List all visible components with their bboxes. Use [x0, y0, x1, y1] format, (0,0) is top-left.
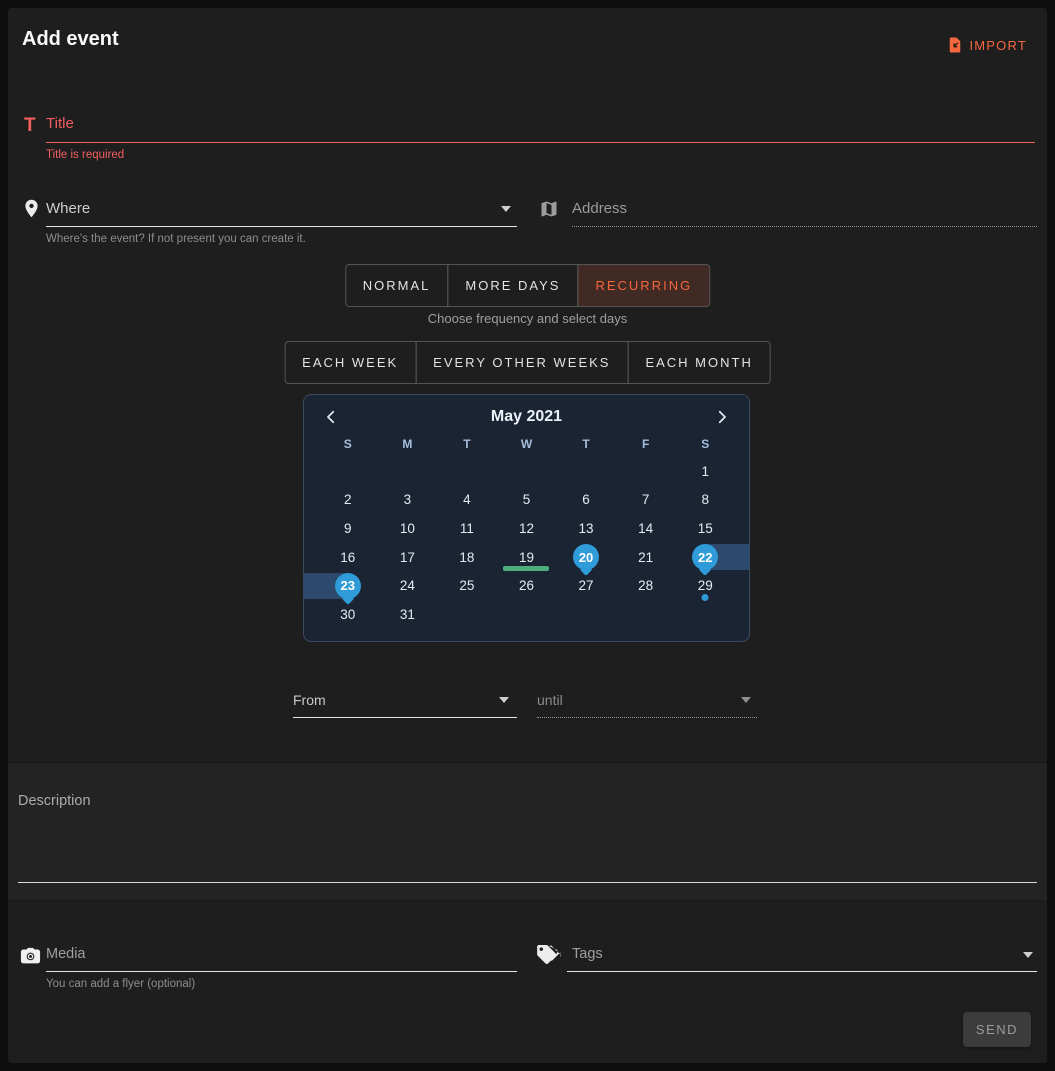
- calendar-day-2[interactable]: 2: [318, 486, 378, 515]
- import-button[interactable]: IMPORT: [940, 32, 1033, 58]
- calendar-day-3[interactable]: 3: [378, 486, 438, 515]
- calendar-grid: 1234567891011121314151617181920212223242…: [318, 457, 735, 629]
- date-picker-calendar: May 2021 SMTWTFS 12345678910111213141516…: [303, 394, 750, 642]
- file-import-icon: [946, 36, 964, 54]
- next-month-button[interactable]: [709, 406, 735, 428]
- weekday-header: M: [378, 435, 438, 453]
- tab-recurring[interactable]: RECURRING: [577, 264, 710, 307]
- weekday-header: S: [675, 435, 735, 453]
- calendar-empty-cell: [378, 457, 438, 486]
- where-select[interactable]: Where Where's the event? If not present …: [46, 200, 517, 245]
- calendar-weekday-row: SMTWTFS: [318, 435, 735, 453]
- frequency-tabs: EACH WEEK EVERY OTHER WEEKS EACH MONTH: [284, 341, 771, 384]
- calendar-day-20[interactable]: 20: [556, 543, 616, 572]
- chevron-down-icon: [741, 697, 751, 703]
- calendar-day-25[interactable]: 25: [437, 571, 497, 600]
- calendar-empty-cell: [318, 457, 378, 486]
- calendar-day-8[interactable]: 8: [675, 486, 735, 515]
- calendar-day-5[interactable]: 5: [497, 486, 557, 515]
- weekday-header: T: [437, 435, 497, 453]
- calendar-empty-cell: [556, 457, 616, 486]
- calendar-day-18[interactable]: 18: [437, 543, 497, 572]
- send-button[interactable]: SEND: [963, 1012, 1031, 1047]
- event-type-tabs: NORMAL MORE DAYS RECURRING: [345, 264, 710, 307]
- calendar-month-label: May 2021: [491, 408, 562, 426]
- frequency-hint: Choose frequency and select days: [8, 311, 1047, 326]
- from-select[interactable]: From: [293, 692, 517, 718]
- media-hint: You can add a flyer (optional): [46, 978, 517, 990]
- calendar-day-26[interactable]: 26: [497, 571, 557, 600]
- where-placeholder: Where: [46, 200, 517, 227]
- chevron-right-icon: [713, 408, 731, 426]
- calendar-day-15[interactable]: 15: [675, 514, 735, 543]
- calendar-day-27[interactable]: 27: [556, 571, 616, 600]
- calendar-day-22[interactable]: 22: [675, 543, 735, 572]
- description-section: Description: [8, 762, 1047, 901]
- calendar-day-31[interactable]: 31: [378, 600, 438, 629]
- address-placeholder: Address: [572, 200, 1037, 227]
- page-background: Add event IMPORT T Title Title is requir…: [0, 0, 1055, 1071]
- calendar-day-12[interactable]: 12: [497, 514, 557, 543]
- until-placeholder: until: [537, 692, 757, 718]
- page-title: Add event: [22, 28, 119, 51]
- tags-select[interactable]: Tags: [567, 946, 1037, 972]
- calendar-day-28[interactable]: 28: [616, 571, 676, 600]
- weekday-header: T: [556, 435, 616, 453]
- weekday-header: W: [497, 435, 557, 453]
- calendar-day-24[interactable]: 24: [378, 571, 438, 600]
- chevron-down-icon: [499, 697, 509, 703]
- until-select[interactable]: until: [537, 692, 757, 718]
- description-underline: [18, 882, 1037, 883]
- media-input[interactable]: Media You can add a flyer (optional): [46, 946, 517, 990]
- media-placeholder: Media: [46, 946, 517, 972]
- map-icon: [539, 199, 559, 219]
- title-field-icon: T: [24, 115, 36, 137]
- calendar-empty-cell: [497, 457, 557, 486]
- tags-icon: [537, 945, 561, 964]
- camera-icon: [19, 944, 42, 967]
- calendar-day-13[interactable]: 13: [556, 514, 616, 543]
- where-hint: Where's the event? If not present you ca…: [46, 233, 517, 245]
- tab-more-days[interactable]: MORE DAYS: [447, 264, 578, 307]
- chevron-down-icon: [1023, 952, 1033, 958]
- calendar-day-29[interactable]: 29: [675, 571, 735, 600]
- calendar-day-7[interactable]: 7: [616, 486, 676, 515]
- chevron-left-icon: [322, 408, 340, 426]
- calendar-day-23[interactable]: 23: [318, 571, 378, 600]
- calendar-day-11[interactable]: 11: [437, 514, 497, 543]
- calendar-day-6[interactable]: 6: [556, 486, 616, 515]
- weekday-header: F: [616, 435, 676, 453]
- title-input[interactable]: Title: [46, 115, 1035, 143]
- calendar-day-14[interactable]: 14: [616, 514, 676, 543]
- chevron-down-icon: [501, 206, 511, 212]
- calendar-day-10[interactable]: 10: [378, 514, 438, 543]
- address-input[interactable]: Address: [572, 200, 1037, 227]
- tab-each-month[interactable]: EACH MONTH: [627, 341, 770, 384]
- tab-every-other-weeks[interactable]: EVERY OTHER WEEKS: [415, 341, 628, 384]
- prev-month-button[interactable]: [318, 406, 344, 428]
- title-error-text: Title is required: [46, 149, 1035, 161]
- weekday-header: S: [318, 435, 378, 453]
- description-textarea[interactable]: Description: [18, 793, 91, 809]
- tab-each-week[interactable]: EACH WEEK: [284, 341, 416, 384]
- add-event-dialog: Add event IMPORT T Title Title is requir…: [8, 8, 1047, 1063]
- import-label: IMPORT: [969, 38, 1027, 53]
- tags-placeholder: Tags: [567, 946, 1037, 972]
- calendar-day-1[interactable]: 1: [675, 457, 735, 486]
- from-placeholder: From: [293, 692, 517, 718]
- calendar-empty-cell: [616, 457, 676, 486]
- calendar-empty-cell: [437, 457, 497, 486]
- calendar-day-4[interactable]: 4: [437, 486, 497, 515]
- tab-normal[interactable]: NORMAL: [345, 264, 449, 307]
- calendar-day-16[interactable]: 16: [318, 543, 378, 572]
- location-pin-icon: [21, 198, 42, 219]
- calendar-day-9[interactable]: 9: [318, 514, 378, 543]
- calendar-day-19[interactable]: 19: [497, 543, 557, 572]
- calendar-day-17[interactable]: 17: [378, 543, 438, 572]
- calendar-day-21[interactable]: 21: [616, 543, 676, 572]
